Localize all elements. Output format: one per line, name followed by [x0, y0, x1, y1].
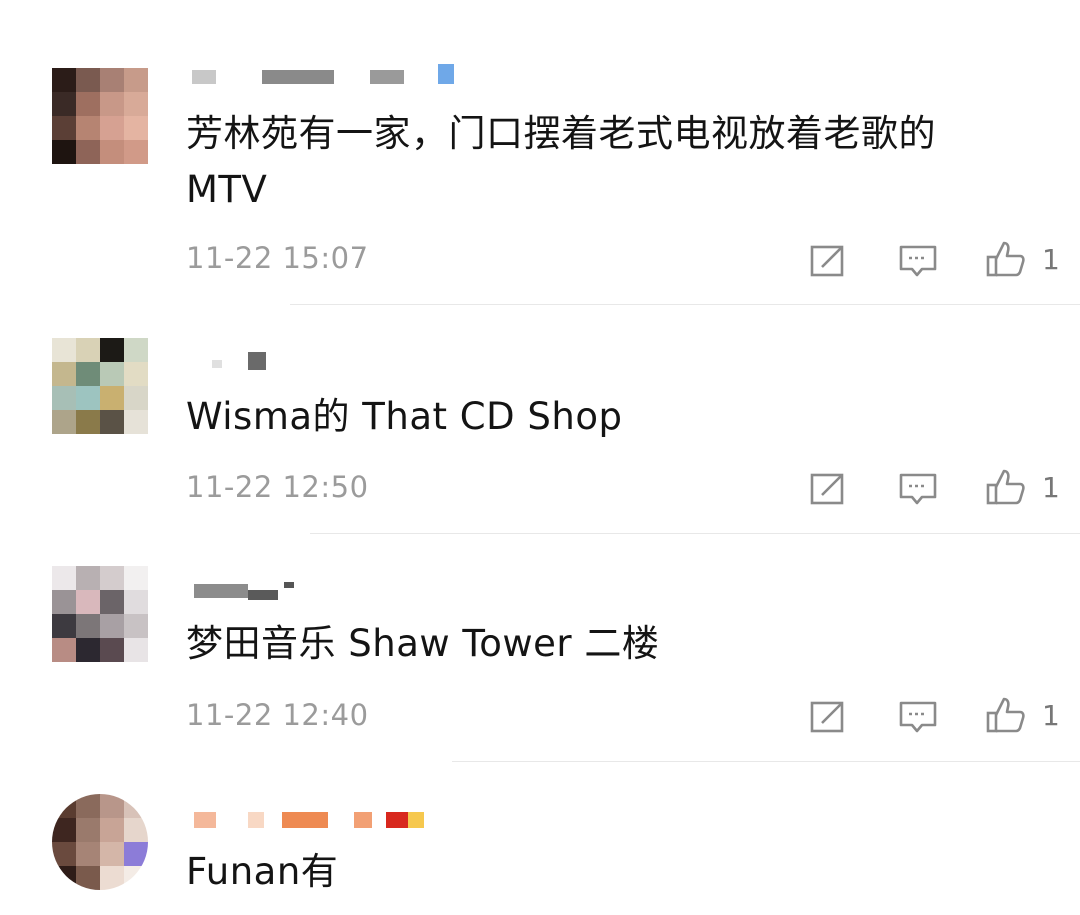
avatar-pixel [124, 794, 148, 818]
avatar-pixel [100, 818, 124, 842]
avatar-pixel [52, 818, 76, 842]
avatar-pixel [76, 818, 100, 842]
comment-time: 11-22 12:50 [186, 470, 369, 504]
avatar-pixel [100, 590, 124, 614]
avatar-pixel [76, 92, 100, 116]
avatar[interactable] [52, 338, 148, 434]
avatar-pixel [76, 614, 100, 638]
avatar-pixel [124, 338, 148, 362]
avatar-pixel [100, 566, 124, 590]
divider [452, 761, 1080, 762]
thumbs-up-icon[interactable] [986, 467, 1026, 507]
edit-icon[interactable] [808, 697, 848, 737]
avatar-pixel [76, 140, 100, 164]
avatar-pixel [76, 566, 100, 590]
avatar-pixel [52, 362, 76, 386]
avatar-pixel [124, 92, 148, 116]
avatar-pixel [52, 566, 76, 590]
avatar-pixel [52, 140, 76, 164]
avatar-pixel [52, 68, 76, 92]
avatar-pixel [76, 590, 100, 614]
avatar-pixel [124, 410, 148, 434]
comment-icon[interactable] [898, 241, 938, 281]
avatar-pixel [100, 842, 124, 866]
comment-text: Wisma的 That CD Shop [186, 395, 623, 438]
avatar-pixel [76, 338, 100, 362]
thumbs-up-icon[interactable] [986, 239, 1026, 279]
avatar-pixel [100, 614, 124, 638]
comment-text: 梦田音乐 Shaw Tower 二楼 [186, 622, 660, 665]
avatar-pixel [76, 68, 100, 92]
edit-icon[interactable] [808, 469, 848, 509]
divider [310, 533, 1080, 534]
divider [290, 304, 1080, 305]
edit-icon[interactable] [808, 241, 848, 281]
avatar-pixel [100, 638, 124, 662]
avatar-pixel [100, 140, 124, 164]
avatar-pixel [52, 614, 76, 638]
avatar-pixel [76, 638, 100, 662]
comment-icon[interactable] [898, 697, 938, 737]
like-count: 1 [1042, 471, 1060, 504]
avatar-pixel [52, 842, 76, 866]
avatar-pixel [100, 410, 124, 434]
avatar[interactable] [52, 68, 148, 164]
avatar-pixel [100, 794, 124, 818]
avatar-pixel [124, 866, 148, 890]
avatar-pixel [100, 362, 124, 386]
avatar-pixel [100, 338, 124, 362]
avatar-pixel [124, 818, 148, 842]
avatar-pixel [76, 794, 100, 818]
avatar-pixel [52, 638, 76, 662]
thumbs-up-icon[interactable] [986, 695, 1026, 735]
comment-text: 芳林苑有一家，门口摆着老式电视放着老歌的 MTV [186, 112, 936, 211]
avatar-pixel [124, 842, 148, 866]
avatar-pixel [124, 566, 148, 590]
avatar-pixel [76, 842, 100, 866]
avatar-pixel [52, 410, 76, 434]
avatar-pixel [124, 68, 148, 92]
avatar-pixel [76, 386, 100, 410]
avatar-pixel [124, 386, 148, 410]
avatar-pixel [76, 410, 100, 434]
avatar-pixel [76, 866, 100, 890]
like-count: 1 [1042, 699, 1060, 732]
avatar-pixel [52, 590, 76, 614]
avatar-pixel [124, 362, 148, 386]
avatar-pixel [124, 614, 148, 638]
avatar-pixel [52, 866, 76, 890]
avatar-pixel [124, 140, 148, 164]
avatar-pixel [124, 116, 148, 140]
avatar-pixel [124, 590, 148, 614]
avatar[interactable] [52, 566, 148, 662]
comment-time: 11-22 15:07 [186, 241, 369, 275]
avatar-pixel [76, 362, 100, 386]
avatar-pixel [76, 116, 100, 140]
avatar-pixel [52, 386, 76, 410]
comment-icon[interactable] [898, 469, 938, 509]
like-count: 1 [1042, 243, 1060, 276]
avatar-pixel [52, 92, 76, 116]
avatar-pixel [52, 338, 76, 362]
avatar-pixel [100, 866, 124, 890]
avatar-pixel [52, 116, 76, 140]
comment-time: 11-22 12:40 [186, 698, 369, 732]
avatar-pixel [52, 794, 76, 818]
avatar-pixel [100, 116, 124, 140]
avatar-pixel [100, 92, 124, 116]
avatar[interactable] [52, 794, 148, 890]
avatar-pixel [100, 386, 124, 410]
avatar-pixel [124, 638, 148, 662]
comment-text: Funan有 [186, 850, 339, 893]
avatar-pixel [100, 68, 124, 92]
